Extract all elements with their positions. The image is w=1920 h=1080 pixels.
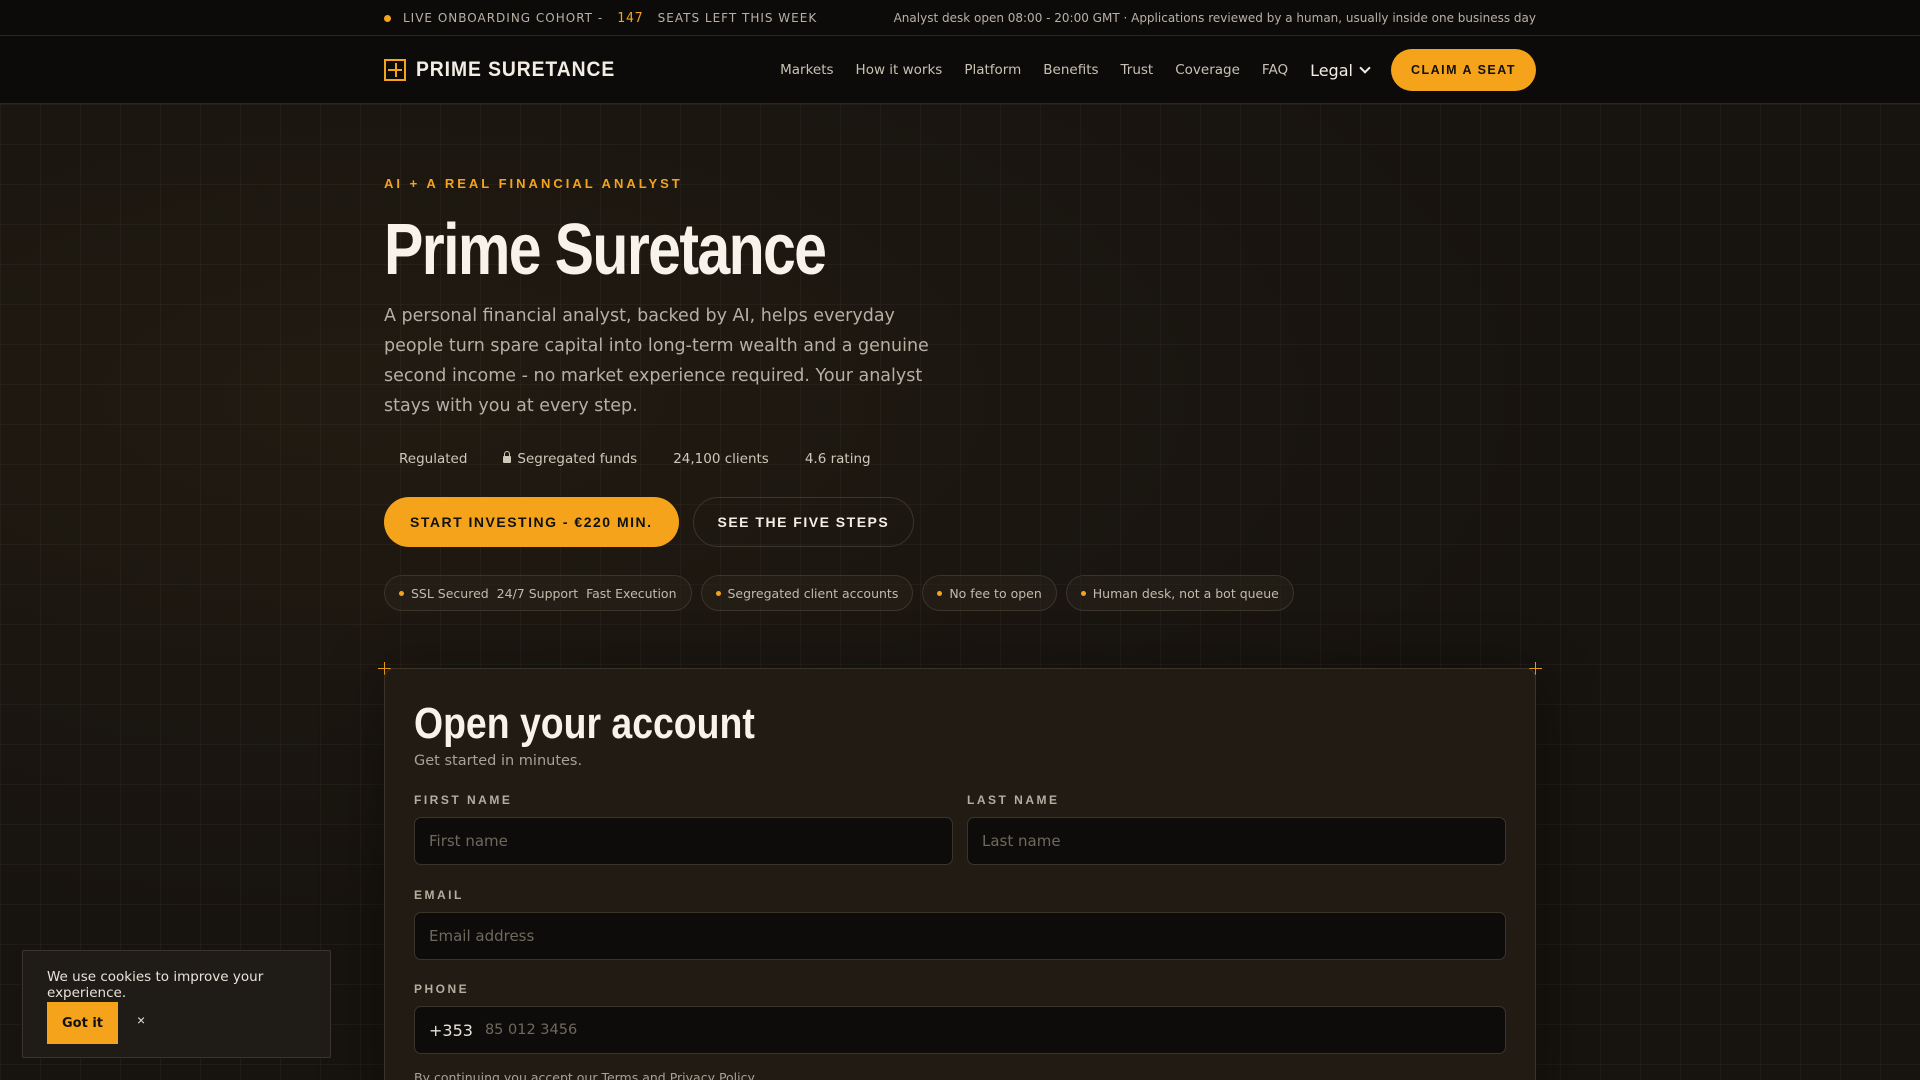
stat-rating: 4.6 rating: [804, 451, 871, 467]
email-group: EMAIL: [414, 888, 1506, 960]
chevron-down-icon: [1359, 62, 1371, 74]
first-name-group: FIRST NAME: [414, 793, 953, 865]
nav-item-platform[interactable]: Platform: [964, 62, 1021, 78]
cohort-label: LIVE ONBOARDING COHORT -: [403, 11, 604, 25]
stat-segregated-label: Segregated funds: [517, 451, 638, 467]
close-icon[interactable]: ×: [137, 1012, 145, 1028]
desk-hours: Analyst desk open 08:00 - 20:00 GMT · Ap…: [893, 11, 1536, 25]
stat-clients: 24,100 clients: [673, 451, 769, 467]
phone-country-code[interactable]: +353: [429, 1021, 473, 1040]
consent-text: By continuing you accept our Terms and P…: [414, 1070, 758, 1080]
hero-title: Prime Suretance: [384, 210, 827, 290]
email-input[interactable]: [414, 912, 1506, 960]
phone-label: PHONE: [414, 982, 470, 996]
phone-input[interactable]: [484, 1022, 1491, 1038]
seats-label: SEATS LEFT THIS WEEK: [657, 11, 818, 25]
nav-item-trust[interactable]: Trust: [1121, 62, 1154, 78]
cookie-message: We use cookies to improve your experienc…: [47, 969, 264, 1001]
first-name-input[interactable]: [414, 817, 953, 865]
chip-no-fee: No fee to open: [922, 575, 1057, 611]
chip-label: Human desk, not a bot queue: [1092, 585, 1279, 601]
nav-menu: Markets How it works Platform Benefits T…: [780, 49, 1536, 91]
cookie-banner: We use cookies to improve your experienc…: [22, 950, 331, 1058]
five-steps-button[interactable]: SEE THE FIVE STEPS: [692, 497, 915, 547]
nav-item-markets[interactable]: Markets: [780, 62, 833, 78]
nav-item-faq[interactable]: FAQ: [1262, 62, 1288, 78]
logo-icon: [384, 59, 406, 81]
bullet-icon: [399, 590, 404, 596]
email-label: EMAIL: [414, 888, 464, 902]
hero-section: AI + A REAL FINANCIAL ANALYST Prime Sure…: [384, 176, 1536, 611]
hero-ctas: START INVESTING - €220 MIN. SEE THE FIVE…: [384, 497, 1536, 547]
chip-label: Segregated client accounts: [727, 585, 899, 601]
hero-eyebrow: AI + A REAL FINANCIAL ANALYST: [384, 176, 683, 191]
chip-label: SSL Secured 24/7 Support Fast Execution: [411, 585, 677, 601]
live-dot-icon: [384, 14, 391, 22]
chip-segregated: Segregated client accounts: [700, 575, 914, 611]
main-nav: PRIME SURETANCE Markets How it works Pla…: [0, 36, 1920, 104]
chip-security: SSL Secured 24/7 Support Fast Execution: [384, 575, 692, 611]
phone-field[interactable]: +353: [414, 1006, 1506, 1054]
brand-name: PRIME SURETANCE: [416, 58, 616, 81]
hero-lead: A personal financial analyst, backed by …: [384, 306, 929, 416]
last-name-label: LAST NAME: [967, 793, 1060, 807]
bullet-icon: [937, 590, 943, 596]
announcement-bar: LIVE ONBOARDING COHORT - 147 SEATS LEFT …: [0, 0, 1920, 36]
cohort-status: LIVE ONBOARDING COHORT - 147 SEATS LEFT …: [384, 11, 817, 26]
nav-item-how-it-works[interactable]: How it works: [856, 62, 943, 78]
chip-human-desk: Human desk, not a bot queue: [1065, 575, 1294, 611]
bullet-icon: [1080, 590, 1086, 596]
nav-item-coverage[interactable]: Coverage: [1175, 62, 1240, 78]
last-name-input[interactable]: [967, 817, 1506, 865]
stat-regulated: Regulated: [399, 451, 468, 467]
cookie-accept-button[interactable]: Got it: [47, 1002, 118, 1044]
lock-icon: [503, 451, 512, 463]
phone-group: PHONE +353: [414, 982, 1506, 1054]
form-subtitle: Get started in minutes.: [414, 753, 583, 769]
claim-seat-button[interactable]: CLAIM A SEAT: [1390, 49, 1536, 91]
nav-item-benefits[interactable]: Benefits: [1043, 62, 1098, 78]
chip-label: No fee to open: [949, 585, 1042, 601]
legal-label: Legal: [1310, 60, 1353, 80]
stat-segregated: Segregated funds: [503, 451, 637, 467]
account-form-card: Open your account Get started in minutes…: [384, 668, 1536, 1080]
name-row: FIRST NAME LAST NAME: [414, 793, 1506, 865]
form-title: Open your account: [414, 699, 755, 748]
first-name-label: FIRST NAME: [414, 793, 513, 807]
last-name-group: LAST NAME: [967, 793, 1506, 865]
brand-logo[interactable]: PRIME SURETANCE: [384, 58, 632, 82]
feature-chips: SSL Secured 24/7 Support Fast Execution …: [384, 575, 1536, 611]
bullet-icon: [715, 590, 721, 596]
start-investing-button[interactable]: START INVESTING - €220 MIN.: [384, 497, 679, 547]
legal-dropdown[interactable]: Legal: [1310, 60, 1371, 80]
seats-count: 147: [617, 10, 644, 26]
trust-stats: Regulated Segregated funds 24,100 client…: [399, 451, 1536, 467]
